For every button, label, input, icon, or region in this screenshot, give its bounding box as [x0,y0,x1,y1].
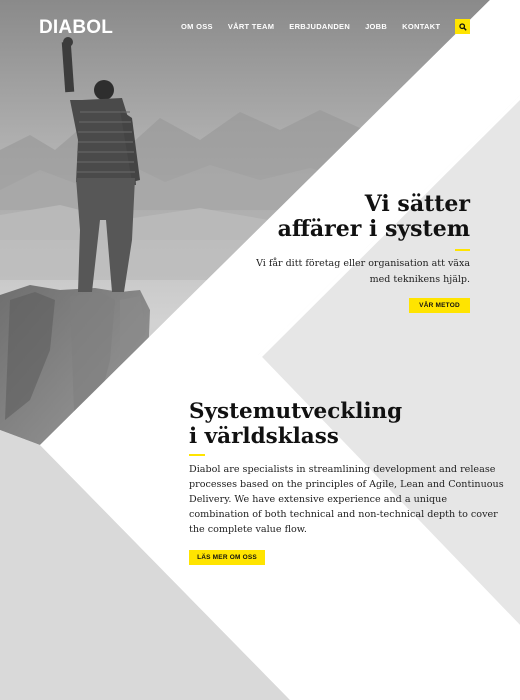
logo[interactable]: DIABOL [39,17,113,39]
section-body: Diabol are specialists in streamlining d… [189,462,504,537]
nav-item-kontakt[interactable]: KONTAKT [402,22,440,31]
search-icon [458,22,467,31]
section-body-line: the complete value flow. [189,524,307,535]
section-body-line: Delivery. We have extensive experience a… [189,494,448,505]
nav-item-om-oss[interactable]: OM OSS [181,22,213,31]
section-body-line: combination of both technical and non-te… [189,509,498,520]
main-nav: OM OSS VÅRT TEAM ERBJUDANDEN JOBB KONTAK… [181,22,484,31]
section-accent-rule [189,454,205,456]
hero-title-line: Vi sätter [364,191,470,217]
search-button[interactable] [455,19,470,34]
background-graphic [0,0,520,700]
hero-title: Vi sätter affärer i system [210,192,470,242]
hero-subtitle: Vi får ditt företag eller organisation a… [240,256,470,288]
section-title-line: Systemutveckling [189,399,403,424]
las-mer-om-oss-button[interactable]: LÄS MER OM OSS [189,550,265,565]
section-title-line: i världsklass [189,424,339,449]
hero-title-line: affärer i system [277,216,470,242]
nav-item-erbjudanden[interactable]: ERBJUDANDEN [289,22,350,31]
hero-subtitle-line: med teknikens hjälp. [369,274,470,285]
page: DIABOL OM OSS VÅRT TEAM ERBJUDANDEN JOBB… [0,0,520,700]
section-body-line: processes based on the principles of Agi… [189,479,504,490]
hero-subtitle-line: Vi får ditt företag eller organisation a… [256,258,470,269]
nav-item-vart-team[interactable]: VÅRT TEAM [228,22,274,31]
section-body-line: Diabol are specialists in streamlining d… [189,464,496,475]
var-metod-button[interactable]: VÅR METOD [409,298,470,313]
nav-item-jobb[interactable]: JOBB [365,22,387,31]
hero-accent-rule [455,249,470,251]
section-title: Systemutveckling i världsklass [189,399,489,449]
